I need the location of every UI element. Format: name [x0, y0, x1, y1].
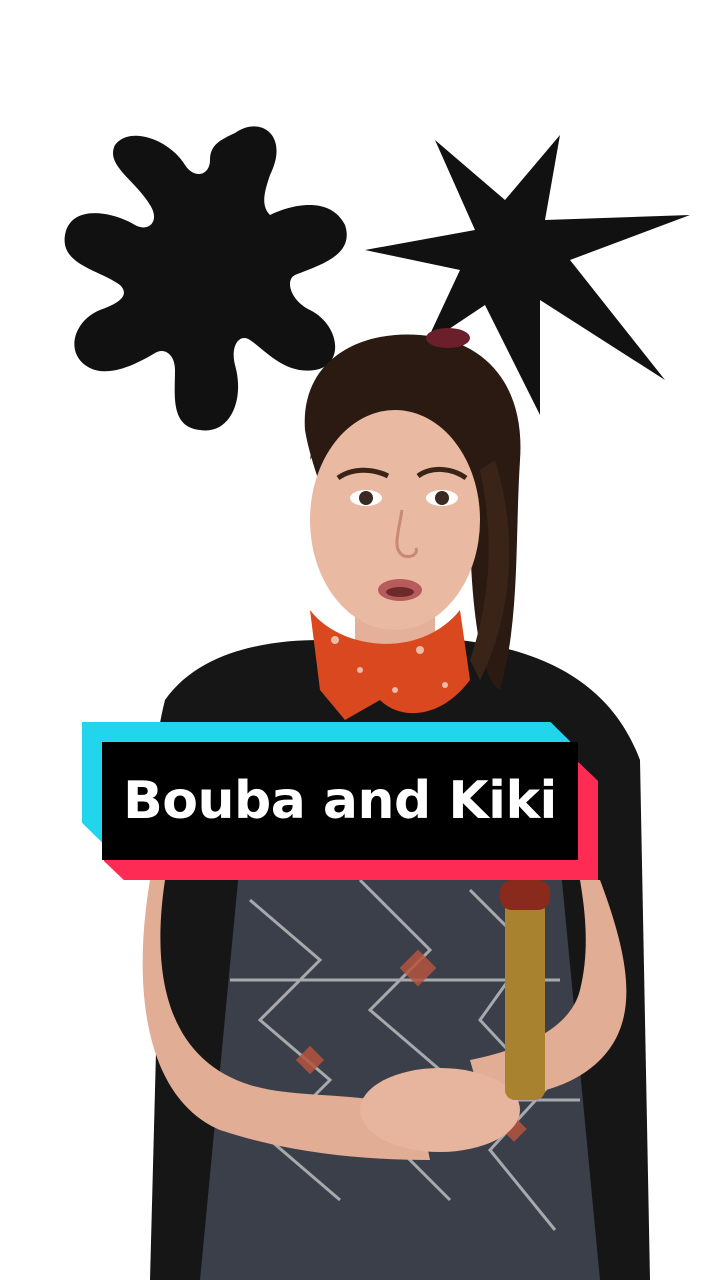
- caption-text: Bouba and Kiki: [123, 771, 557, 831]
- speaker-photo: [142, 328, 650, 1280]
- video-frame: Bouba and Kiki: [0, 0, 720, 1280]
- caption-banner: Bouba and Kiki: [82, 722, 602, 886]
- caption-box: Bouba and Kiki: [102, 742, 578, 860]
